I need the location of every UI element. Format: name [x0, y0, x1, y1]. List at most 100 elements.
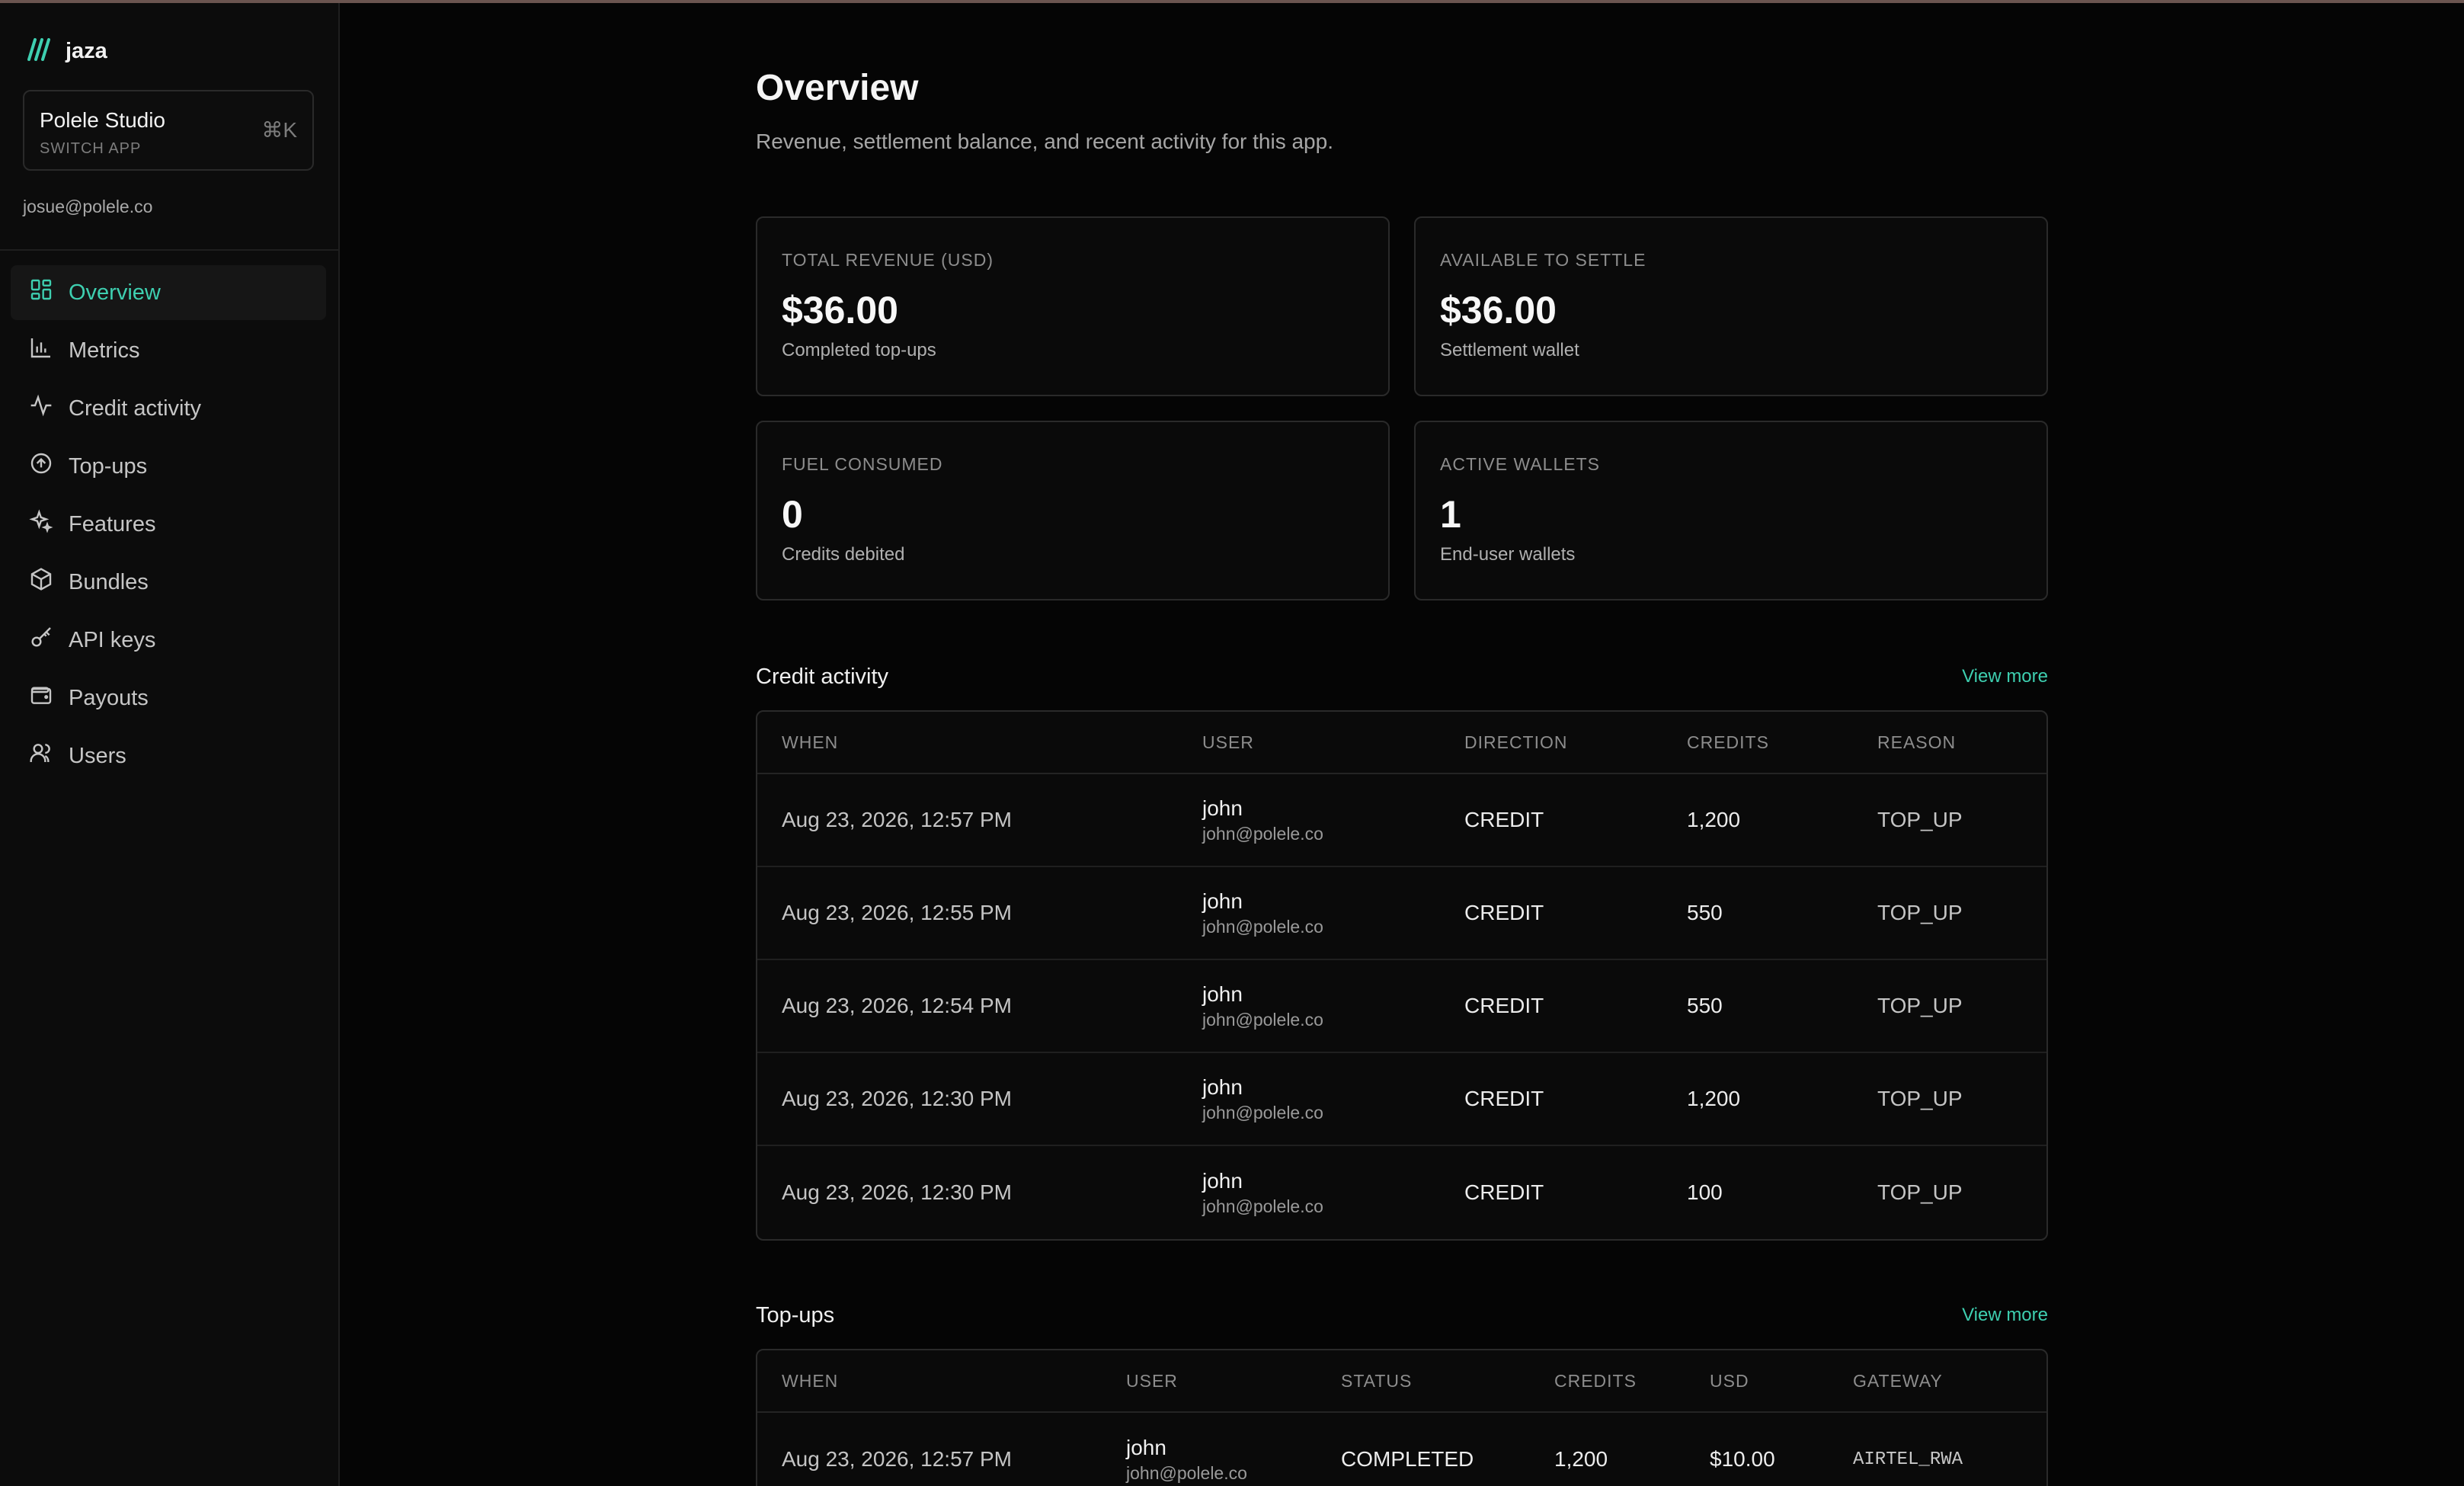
users-icon: [29, 741, 53, 771]
cell-when: Aug 23, 2026, 12:57 PM: [782, 808, 1012, 831]
user-email: john@polele.co: [1202, 823, 1323, 844]
sidebar-item-label: Overview: [69, 280, 161, 305]
sidebar-item-label: Metrics: [69, 338, 140, 363]
cell-reason: TOP_UP: [1877, 808, 1963, 831]
brand[interactable]: jaza: [26, 38, 107, 65]
cell-when: Aug 23, 2026, 12:30 PM: [782, 1180, 1012, 1204]
app-switcher-button[interactable]: Polele Studio SWITCH APP ⌘K: [23, 90, 314, 171]
page-subtitle: Revenue, settlement balance, and recent …: [756, 130, 1333, 153]
cell-reason: TOP_UP: [1877, 1180, 1963, 1204]
key-icon: [29, 625, 53, 655]
table-row[interactable]: Aug 23, 2026, 12:55 PM john john@polele.co…: [757, 867, 2046, 960]
cell-credits: 1,200: [1554, 1447, 1608, 1471]
column-header-credits[interactable]: CREDITS: [1662, 732, 1853, 753]
sidebar-item-metrics[interactable]: Metrics: [11, 323, 326, 378]
sidebar-item-features[interactable]: Features: [11, 497, 326, 552]
sidebar-item-api-keys[interactable]: API keys: [11, 613, 326, 668]
stat-card-total-revenue: TOTAL REVENUE (USD) $36.00 Completed top…: [756, 216, 1390, 396]
table-row[interactable]: Aug 23, 2026, 12:30 PM john john@polele.co…: [757, 1053, 2046, 1146]
cell-reason: TOP_UP: [1877, 901, 1963, 924]
cell-credits: 1,200: [1687, 808, 1741, 831]
table-row[interactable]: Aug 23, 2026, 12:54 PM john john@polele.co…: [757, 960, 2046, 1053]
bar-chart-icon: [29, 335, 53, 366]
cell-when: Aug 23, 2026, 12:55 PM: [782, 901, 1012, 924]
app-switcher-hint: SWITCH APP: [40, 140, 142, 157]
arrow-up-circle-icon: [29, 451, 53, 482]
column-header-reason[interactable]: REASON: [1853, 732, 2043, 753]
column-header-usd[interactable]: USD: [1685, 1371, 1829, 1392]
table-row[interactable]: Aug 23, 2026, 12:30 PM john john@polele.co…: [757, 1146, 2046, 1239]
column-header-user[interactable]: USER: [1102, 1371, 1317, 1392]
package-icon: [29, 567, 53, 597]
table-row[interactable]: Aug 23, 2026, 12:57 PM john john@polele.co…: [757, 1413, 2046, 1486]
cell-when: Aug 23, 2026, 12:54 PM: [782, 994, 1012, 1017]
column-header-when[interactable]: WHEN: [757, 1371, 1102, 1392]
stat-value: $36.00: [1440, 289, 1557, 331]
stat-label: AVAILABLE TO SETTLE: [1440, 250, 1646, 270]
sidebar-item-label: API keys: [69, 627, 156, 652]
stat-label: ACTIVE WALLETS: [1440, 454, 1600, 474]
sidebar-item-payouts[interactable]: Payouts: [11, 671, 326, 725]
cell-direction: CREDIT: [1464, 1180, 1544, 1204]
sidebar-item-label: Features: [69, 511, 156, 536]
table-header: WHEN USER DIRECTION CREDITS REASON: [757, 712, 2046, 774]
topups-title: Top-ups: [756, 1303, 835, 1327]
user-name: john: [1202, 982, 1243, 1006]
table-header: WHEN USER STATUS CREDITS USD GATEWAY: [757, 1350, 2046, 1413]
column-header-when[interactable]: WHEN: [757, 732, 1178, 753]
brand-name: jaza: [66, 39, 107, 63]
sidebar-item-label: Bundles: [69, 569, 149, 594]
column-header-direction[interactable]: DIRECTION: [1440, 732, 1662, 753]
topups-view-more-link[interactable]: View more: [1962, 1305, 2048, 1326]
jaza-logo-icon: [26, 38, 52, 65]
cell-user: john john@polele.co: [1178, 889, 1440, 937]
sidebar-divider: [0, 249, 338, 251]
column-header-user[interactable]: USER: [1178, 732, 1440, 753]
sidebar-item-overview[interactable]: Overview: [11, 265, 326, 320]
sidebar-item-top-ups[interactable]: Top-ups: [11, 439, 326, 494]
sidebar-item-credit-activity[interactable]: Credit activity: [11, 381, 326, 436]
user-name: john: [1202, 1168, 1243, 1193]
cell-credits: 550: [1687, 994, 1723, 1017]
user-name: john: [1202, 1074, 1243, 1099]
sidebar-item-label: Top-ups: [69, 453, 148, 479]
cell-reason: TOP_UP: [1877, 994, 1963, 1017]
user-name: john: [1202, 889, 1243, 913]
sidebar-item-label: Credit activity: [69, 396, 202, 421]
credit-activity-view-more-link[interactable]: View more: [1962, 666, 2048, 687]
account-email: josue@polele.co: [23, 197, 153, 216]
sidebar-nav: Overview Metrics Credit activity Top-ups…: [11, 265, 326, 786]
sidebar: jaza Polele Studio SWITCH APP ⌘K josue@p…: [0, 3, 340, 1486]
cell-usd: $10.00: [1710, 1447, 1775, 1471]
user-name: john: [1126, 1435, 1166, 1459]
table-row[interactable]: Aug 23, 2026, 12:57 PM john john@polele.co…: [757, 774, 2046, 867]
cell-user: john john@polele.co: [1178, 1169, 1440, 1217]
column-header-gateway[interactable]: GATEWAY: [1829, 1371, 2046, 1392]
column-header-credits[interactable]: CREDITS: [1530, 1371, 1685, 1392]
stat-note: Credits debited: [782, 544, 905, 565]
stat-card-active-wallets: ACTIVE WALLETS 1 End-user wallets: [1414, 421, 2048, 600]
sidebar-item-users[interactable]: Users: [11, 729, 326, 783]
app-name: Polele Studio: [40, 108, 166, 132]
user-name: john: [1202, 796, 1243, 820]
topups-table: WHEN USER STATUS CREDITS USD GATEWAY Aug…: [756, 1349, 2048, 1486]
column-header-status[interactable]: STATUS: [1317, 1371, 1530, 1392]
sidebar-item-bundles[interactable]: Bundles: [11, 555, 326, 610]
user-email: john@polele.co: [1126, 1462, 1247, 1483]
cell-user: john john@polele.co: [1178, 1075, 1440, 1123]
stat-note: Completed top-ups: [782, 340, 936, 360]
sparkles-icon: [29, 509, 53, 540]
stat-card-available-to-settle: AVAILABLE TO SETTLE $36.00 Settlement wa…: [1414, 216, 2048, 396]
stat-label: TOTAL REVENUE (USD): [782, 250, 994, 270]
cell-gateway: AIRTEL_RWA: [1853, 1449, 1963, 1470]
cell-user: john john@polele.co: [1178, 982, 1440, 1030]
stat-card-fuel-consumed: FUEL CONSUMED 0 Credits debited: [756, 421, 1390, 600]
stat-label: FUEL CONSUMED: [782, 454, 943, 474]
stat-value: 0: [782, 493, 803, 536]
page-title: Overview: [756, 68, 919, 108]
cell-direction: CREDIT: [1464, 808, 1544, 831]
user-email: john@polele.co: [1202, 1102, 1323, 1123]
stat-note: End-user wallets: [1440, 544, 1576, 565]
cell-credits: 1,200: [1687, 1087, 1741, 1110]
cell-user: john john@polele.co: [1102, 1436, 1317, 1484]
